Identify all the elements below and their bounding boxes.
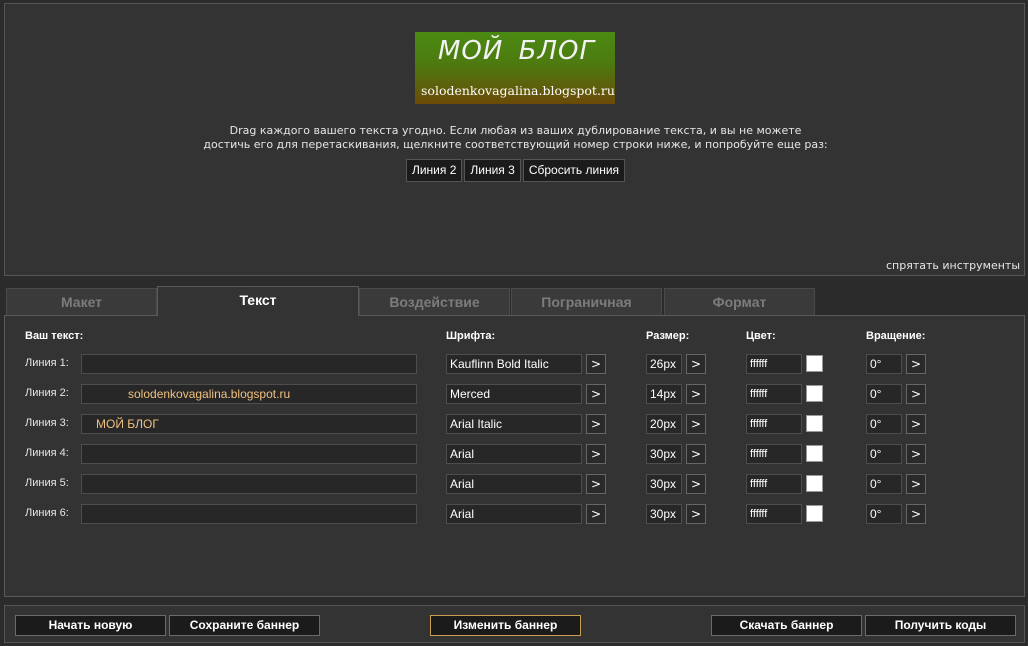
size-picker-arrow-icon[interactable]: >	[686, 444, 706, 464]
header-your-text: Ваш текст:	[25, 330, 84, 342]
color-input[interactable]: ffffff	[746, 354, 802, 374]
size-picker-arrow-icon[interactable]: >	[686, 504, 706, 524]
line-text-input[interactable]	[81, 504, 417, 524]
font-select[interactable]: Arial Italic	[446, 414, 582, 434]
size-input[interactable]: 14px	[646, 384, 682, 404]
footer-toolbar: Начать новую Сохраните баннер Изменить б…	[4, 605, 1025, 643]
rotation-picker-arrow-icon[interactable]: >	[906, 504, 926, 524]
instructions-line-2: достичь его для перетаскивания, щелкните…	[203, 138, 828, 151]
font-picker-arrow-icon[interactable]: >	[586, 504, 606, 524]
drag-instructions: Drag каждого вашего текста угодно. Если …	[5, 124, 1026, 152]
header-font: Шрифта:	[446, 330, 496, 342]
font-select[interactable]: Kauflinn Bold Italic	[446, 354, 582, 374]
size-picker-arrow-icon[interactable]: >	[686, 354, 706, 374]
rotation-picker-arrow-icon[interactable]: >	[906, 444, 926, 464]
tab-format[interactable]: Формат	[664, 288, 815, 315]
color-swatch[interactable]	[806, 445, 823, 462]
rotation-input[interactable]: 0°	[866, 354, 902, 374]
line-text-input[interactable]	[81, 474, 417, 494]
color-input[interactable]: ffffff	[746, 474, 802, 494]
download-banner-button[interactable]: Скачать баннер	[711, 615, 862, 636]
banner-title-text[interactable]: МОЙ БЛОГ	[438, 36, 595, 66]
size-input[interactable]: 30px	[646, 444, 682, 464]
line-select-buttons: Линия 2 Линия 3 Сбросить линия	[5, 159, 1026, 182]
color-input[interactable]: ffffff	[746, 444, 802, 464]
rotation-input[interactable]: 0°	[866, 384, 902, 404]
font-picker-arrow-icon[interactable]: >	[586, 354, 606, 374]
color-input[interactable]: ffffff	[746, 504, 802, 524]
font-picker-arrow-icon[interactable]: >	[586, 474, 606, 494]
rotation-picker-arrow-icon[interactable]: >	[906, 474, 926, 494]
line-text-input[interactable]: МОЙ БЛОГ	[81, 414, 417, 434]
line-text-input[interactable]: solodenkovagalina.blogspot.ru	[81, 384, 417, 404]
banner-canvas[interactable]: МОЙ БЛОГ solodenkovagalina.blogspot.ru	[415, 32, 615, 104]
rotation-picker-arrow-icon[interactable]: >	[906, 354, 926, 374]
color-swatch[interactable]	[806, 415, 823, 432]
instructions-line-1: Drag каждого вашего текста угодно. Если …	[229, 124, 802, 137]
size-input[interactable]: 20px	[646, 414, 682, 434]
line-label: Линия 1:	[25, 357, 69, 369]
size-picker-arrow-icon[interactable]: >	[686, 384, 706, 404]
line-text-input[interactable]	[81, 444, 417, 464]
tab-effects[interactable]: Воздействие	[359, 288, 510, 315]
color-input[interactable]: ffffff	[746, 384, 802, 404]
color-swatch[interactable]	[806, 505, 823, 522]
start-new-button[interactable]: Начать новую	[15, 615, 166, 636]
size-picker-arrow-icon[interactable]: >	[686, 414, 706, 434]
color-swatch[interactable]	[806, 385, 823, 402]
get-codes-button[interactable]: Получить коды	[865, 615, 1016, 636]
color-swatch[interactable]	[806, 355, 823, 372]
banner-preview-panel: МОЙ БЛОГ solodenkovagalina.blogspot.ru D…	[4, 3, 1025, 276]
tab-border[interactable]: Пограничная	[511, 288, 662, 315]
rotation-input[interactable]: 0°	[866, 504, 902, 524]
line-2-button[interactable]: Линия 2	[405, 159, 463, 182]
font-picker-arrow-icon[interactable]: >	[586, 414, 606, 434]
font-select[interactable]: Arial	[446, 504, 582, 524]
line-label: Линия 2:	[25, 387, 69, 399]
edit-banner-button[interactable]: Изменить баннер	[430, 615, 581, 636]
font-picker-arrow-icon[interactable]: >	[586, 444, 606, 464]
font-select[interactable]: Arial	[446, 474, 582, 494]
line-3-button[interactable]: Линия 3	[464, 159, 521, 182]
reset-lines-button[interactable]: Сбросить линия	[522, 159, 626, 182]
line-label: Линия 6:	[25, 507, 69, 519]
line-label: Линия 3:	[25, 417, 69, 429]
font-picker-arrow-icon[interactable]: >	[586, 384, 606, 404]
size-input[interactable]: 30px	[646, 504, 682, 524]
banner-subtitle-text[interactable]: solodenkovagalina.blogspot.ru	[421, 83, 615, 98]
line-label: Линия 5:	[25, 477, 69, 489]
hide-tools-link[interactable]: спрятать инструменты	[886, 259, 1020, 272]
header-size: Размер:	[646, 330, 690, 342]
color-input[interactable]: ffffff	[746, 414, 802, 434]
size-input[interactable]: 26px	[646, 354, 682, 374]
rotation-input[interactable]: 0°	[866, 474, 902, 494]
size-input[interactable]: 30px	[646, 474, 682, 494]
rotation-input[interactable]: 0°	[866, 444, 902, 464]
tab-text[interactable]: Текст	[157, 286, 359, 316]
header-rotation: Вращение:	[866, 330, 926, 342]
save-banner-button[interactable]: Сохраните баннер	[169, 615, 320, 636]
size-picker-arrow-icon[interactable]: >	[686, 474, 706, 494]
rotation-picker-arrow-icon[interactable]: >	[906, 384, 926, 404]
rotation-picker-arrow-icon[interactable]: >	[906, 414, 926, 434]
rotation-input[interactable]: 0°	[866, 414, 902, 434]
font-select[interactable]: Merced	[446, 384, 582, 404]
color-swatch[interactable]	[806, 475, 823, 492]
font-select[interactable]: Arial	[446, 444, 582, 464]
text-editor-panel: Ваш текст: Шрифта: Размер: Цвет: Вращени…	[4, 315, 1025, 597]
line-label: Линия 4:	[25, 447, 69, 459]
header-color: Цвет:	[746, 330, 776, 342]
line-text-input[interactable]	[81, 354, 417, 374]
tab-layout[interactable]: Макет	[6, 288, 157, 315]
